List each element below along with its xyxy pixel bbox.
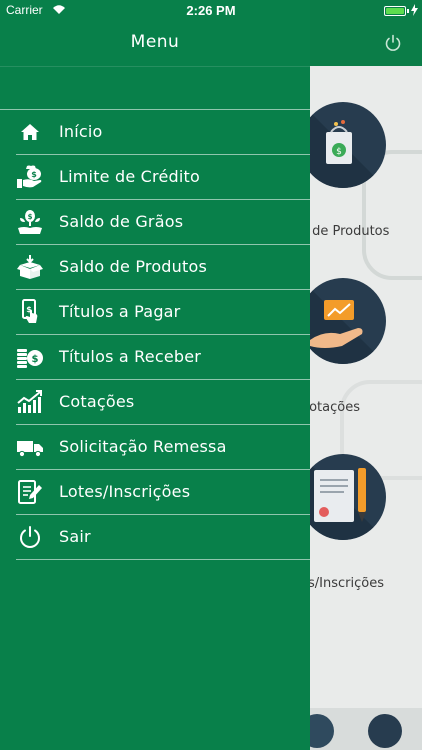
lots-card[interactable]: [300, 454, 386, 540]
document-edit-icon: [16, 479, 44, 505]
menu-item-solicitacao-remessa[interactable]: Solicitação Remessa: [16, 425, 310, 470]
drawer-menu: Início $ Limite de Crédito $ Saldo de Gr…: [0, 109, 310, 560]
plant-icon: $: [16, 209, 44, 235]
products-card[interactable]: $: [300, 102, 386, 188]
menu-item-label: Títulos a Pagar: [59, 302, 181, 321]
svg-text:$: $: [32, 354, 39, 365]
hand-money-icon: $: [16, 164, 44, 190]
menu-item-lotes-inscricoes[interactable]: Lotes/Inscrições: [16, 470, 310, 515]
battery-icon: [384, 6, 406, 16]
menu-item-sair[interactable]: Sair: [16, 515, 310, 560]
side-drawer: Menu Início $ Limite de Crédito $ Saldo …: [0, 0, 310, 750]
home-icon: [16, 119, 44, 145]
menu-item-titulos-receber[interactable]: $ Títulos a Receber: [16, 335, 310, 380]
clock: 2:26 PM: [186, 3, 236, 18]
menu-item-label: Saldo de Produtos: [59, 257, 208, 276]
quotes-card[interactable]: [300, 278, 386, 364]
battery-cap: [407, 9, 409, 13]
contract-icon: [300, 454, 386, 540]
drawer-title: Menu: [130, 32, 180, 52]
svg-text:$: $: [31, 170, 37, 179]
power-icon[interactable]: [384, 34, 402, 52]
menu-item-label: Lotes/Inscrições: [59, 482, 191, 501]
power-icon: [16, 524, 44, 550]
box-icon: [16, 254, 44, 280]
menu-item-inicio[interactable]: Início: [16, 110, 310, 155]
pay-icon: $: [16, 299, 44, 325]
menu-item-label: Limite de Crédito: [59, 167, 200, 186]
menu-item-label: Cotações: [59, 392, 135, 411]
lots-card-label: es/Inscrições: [300, 576, 384, 591]
menu-item-label: Início: [59, 122, 103, 141]
svg-text:$: $: [336, 147, 342, 157]
coins-icon: $: [16, 344, 44, 370]
menu-item-saldo-graos[interactable]: $ Saldo de Grãos: [16, 200, 310, 245]
menu-item-limite-credito[interactable]: $ Limite de Crédito: [16, 155, 310, 200]
money-hand-tab-icon[interactable]: [368, 714, 402, 748]
menu-item-label: Títulos a Receber: [59, 347, 202, 366]
menu-item-label: Saldo de Grãos: [59, 212, 184, 231]
menu-item-saldo-produtos[interactable]: Saldo de Produtos: [16, 245, 310, 290]
chart-icon: [16, 389, 44, 415]
charging-icon: [411, 4, 418, 16]
hand-chart-icon: [300, 278, 386, 364]
menu-item-label: Solicitação Remessa: [59, 437, 227, 456]
divider: [0, 66, 310, 67]
shopping-bag-icon: $: [300, 102, 386, 188]
menu-item-label: Sair: [59, 527, 91, 546]
products-card-label: o de Produtos: [300, 224, 390, 239]
status-bar: Carrier 2:26 PM: [0, 0, 422, 22]
menu-item-cotacoes[interactable]: Cotações: [16, 380, 310, 425]
svg-text:$: $: [28, 213, 33, 221]
truck-icon: [16, 434, 44, 460]
menu-item-titulos-pagar[interactable]: $ Títulos a Pagar: [16, 290, 310, 335]
